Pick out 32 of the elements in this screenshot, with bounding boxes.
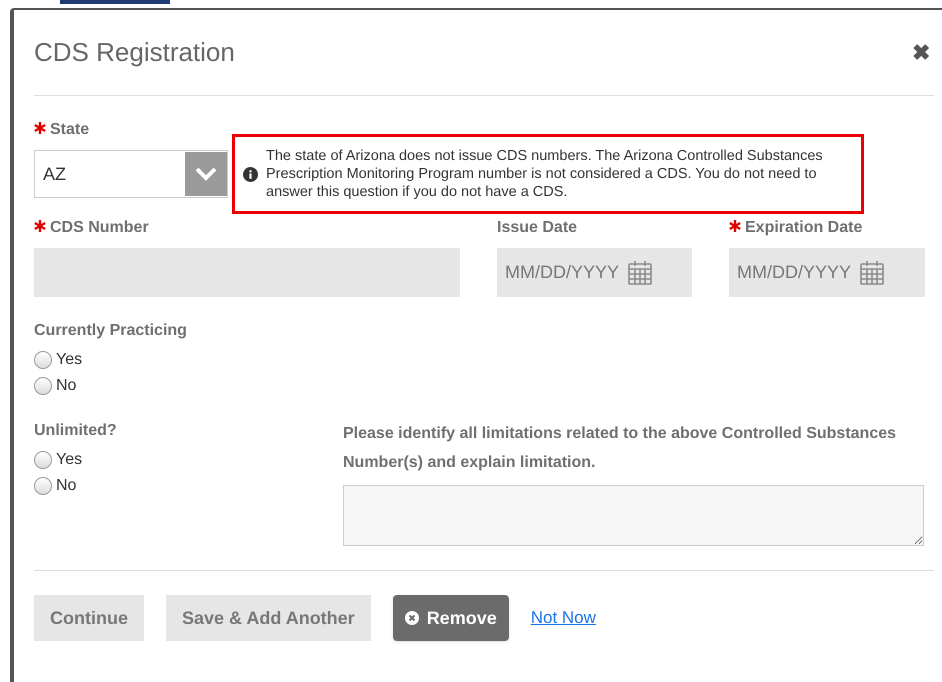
radio-button[interactable] bbox=[34, 477, 52, 495]
field-label: Currently Practicing bbox=[34, 321, 187, 341]
limitations-textarea[interactable] bbox=[343, 485, 924, 546]
field-label: CDS Number bbox=[50, 218, 149, 238]
remove-button[interactable]: Remove bbox=[392, 595, 509, 641]
not-now-link[interactable]: Not Now bbox=[530, 605, 596, 631]
radio-option[interactable]: Yes bbox=[34, 347, 934, 373]
field-label: Expiration Date bbox=[745, 218, 862, 238]
issue-date-field[interactable]: MM/DD/YYYY bbox=[497, 248, 692, 297]
notice-text: The state of Arizona does not issue CDS numbers. The Arizona Controlled Substances Prescription Monitoring Program number is not considered a CDS. You do not need to answer this question if you do not have a CDS. bbox=[266, 147, 824, 201]
state-select[interactable]: AZ bbox=[34, 150, 228, 198]
radio-button[interactable] bbox=[34, 451, 52, 469]
dialog-title: CDS Registration bbox=[34, 36, 235, 69]
cds-number-field[interactable] bbox=[34, 248, 460, 297]
calendar-icon bbox=[859, 260, 886, 286]
limitations-label: Please identify all limitations related to the above Controlled Substances Number(s) and explain limitation. bbox=[343, 424, 898, 473]
radio-button[interactable] bbox=[34, 377, 52, 395]
action-button[interactable]: Continue bbox=[34, 595, 144, 641]
calendar-icon bbox=[627, 260, 654, 286]
radio-option[interactable]: No bbox=[34, 373, 934, 399]
radio-option[interactable]: No bbox=[34, 473, 343, 499]
field-label: Unlimited? bbox=[34, 421, 117, 441]
close-button[interactable]: ✖ bbox=[912, 36, 930, 69]
close-circle-icon bbox=[404, 611, 419, 625]
info-icon bbox=[243, 166, 258, 182]
radio-option[interactable]: Yes bbox=[34, 447, 343, 473]
field-label: State bbox=[50, 120, 90, 140]
radio-button[interactable] bbox=[34, 351, 52, 369]
chevron-down-icon bbox=[185, 152, 227, 196]
action-button[interactable]: Save & Add Another bbox=[166, 595, 371, 641]
expiration-date-field[interactable]: MM/DD/YYYY bbox=[729, 248, 925, 297]
field-label: Issue Date bbox=[497, 218, 578, 238]
